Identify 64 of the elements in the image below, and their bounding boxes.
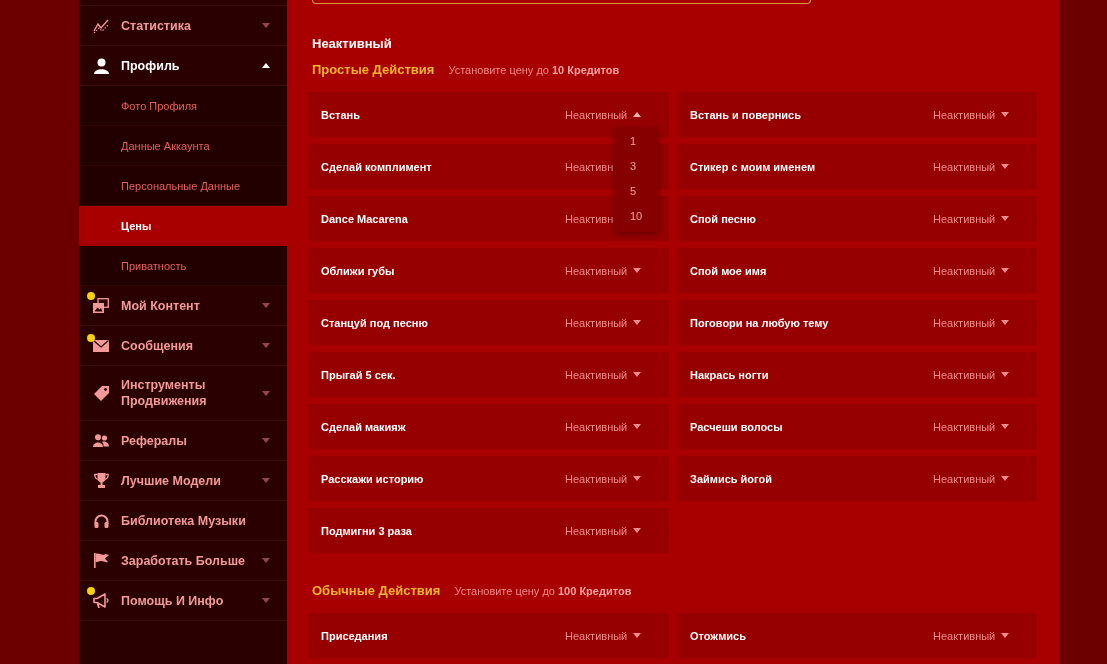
action-title: Приседания bbox=[321, 629, 389, 642]
section-title: Простые Действия bbox=[312, 62, 435, 77]
status-dropdown[interactable]: Неактивный bbox=[565, 472, 642, 485]
sidebar-subitem[interactable]: Данные Аккаунта bbox=[79, 126, 287, 166]
action-title: Сделай комплимент bbox=[321, 160, 433, 173]
status-dropdown[interactable]: Неактивный bbox=[565, 264, 642, 277]
sidebar-item[interactable]: Мой Контент bbox=[79, 286, 287, 326]
action-title: Прыгай 5 сек. bbox=[321, 368, 397, 381]
dropdown-option[interactable]: 5 bbox=[615, 178, 658, 203]
action-title: Сделай макияж bbox=[321, 420, 407, 433]
action-title: Dance Macarena bbox=[321, 212, 409, 225]
status-dropdown[interactable]: Неактивный bbox=[565, 368, 642, 381]
price-hint: Установите цену до 10 Кредитов bbox=[448, 64, 620, 76]
section-title: Обычные Действия bbox=[312, 583, 441, 598]
flag-icon bbox=[93, 553, 109, 568]
action-title: Станцуй под песню bbox=[321, 316, 429, 329]
status-dropdown[interactable]: Неактивный bbox=[933, 264, 1010, 277]
headphones-icon bbox=[93, 513, 109, 528]
action-title: Займись йогой bbox=[690, 472, 773, 485]
dropdown-option[interactable]: 3 bbox=[615, 153, 658, 178]
sidebar-item[interactable]: Сообщения bbox=[79, 326, 287, 366]
status-dropdown[interactable]: Неактивный bbox=[933, 160, 1010, 173]
status-dropdown[interactable]: Неактивный bbox=[933, 212, 1010, 225]
status-dropdown[interactable]: Неактивный bbox=[565, 108, 642, 121]
action-title: Оближи губы bbox=[321, 264, 396, 277]
status-dropdown[interactable]: Неактивный bbox=[565, 524, 642, 537]
status-dropdown[interactable]: Неактивный bbox=[933, 472, 1010, 485]
trophy-icon bbox=[93, 473, 109, 488]
action-title: Подмигни 3 раза bbox=[321, 524, 413, 537]
action-title: Спой мое имя bbox=[690, 264, 768, 277]
status-dropdown[interactable]: Неактивный bbox=[933, 316, 1010, 329]
dropdown-option[interactable]: 10 bbox=[615, 203, 658, 228]
sidebar-subitem[interactable]: Приватность bbox=[79, 246, 287, 286]
action-title: Расскажи историю bbox=[321, 472, 425, 485]
action-title: Накрась ногти bbox=[690, 368, 770, 381]
status-heading: Неактивный bbox=[312, 36, 392, 52]
action-title: Спой песню bbox=[690, 212, 757, 225]
sidebar-subitem[interactable]: Фото Профиля bbox=[79, 86, 287, 126]
envelope-icon bbox=[93, 339, 109, 352]
status-dropdown[interactable]: Неактивный bbox=[933, 108, 1010, 121]
dropdown-option[interactable]: 1 bbox=[615, 128, 658, 153]
action-title: Отожмись bbox=[690, 629, 747, 642]
action-title: Расчеши волосы bbox=[690, 420, 784, 433]
action-title: Поговори на любую тему bbox=[690, 316, 830, 329]
user-icon bbox=[93, 57, 109, 74]
status-dropdown[interactable]: Неактивный bbox=[565, 629, 642, 642]
price-hint: Установите цену до 100 Кредитов bbox=[454, 585, 632, 597]
pictures-icon bbox=[93, 298, 109, 313]
status-dropdown[interactable]: Неактивн bbox=[565, 160, 614, 173]
action-title: Встань bbox=[321, 108, 361, 121]
sidebar-subitem[interactable]: Цены bbox=[79, 206, 287, 246]
status-dropdown[interactable]: Неактивн bbox=[565, 212, 614, 225]
status-dropdown[interactable]: Неактивный bbox=[933, 629, 1010, 642]
status-dropdown[interactable]: Неактивный bbox=[565, 420, 642, 433]
action-title: Встань и повернись bbox=[690, 108, 802, 121]
status-dropdown[interactable]: Неактивный bbox=[933, 420, 1010, 433]
status-dropdown[interactable]: Неактивный bbox=[565, 316, 642, 329]
chart-line-icon bbox=[93, 18, 109, 33]
sidebar-subitem[interactable]: Персональные Данные bbox=[79, 166, 287, 206]
tag-icon bbox=[93, 385, 109, 401]
action-title: Стикер с моим именем bbox=[690, 160, 817, 173]
status-dropdown[interactable]: Неактивный bbox=[933, 368, 1010, 381]
megaphone-icon bbox=[93, 593, 109, 608]
users-icon bbox=[93, 434, 109, 447]
